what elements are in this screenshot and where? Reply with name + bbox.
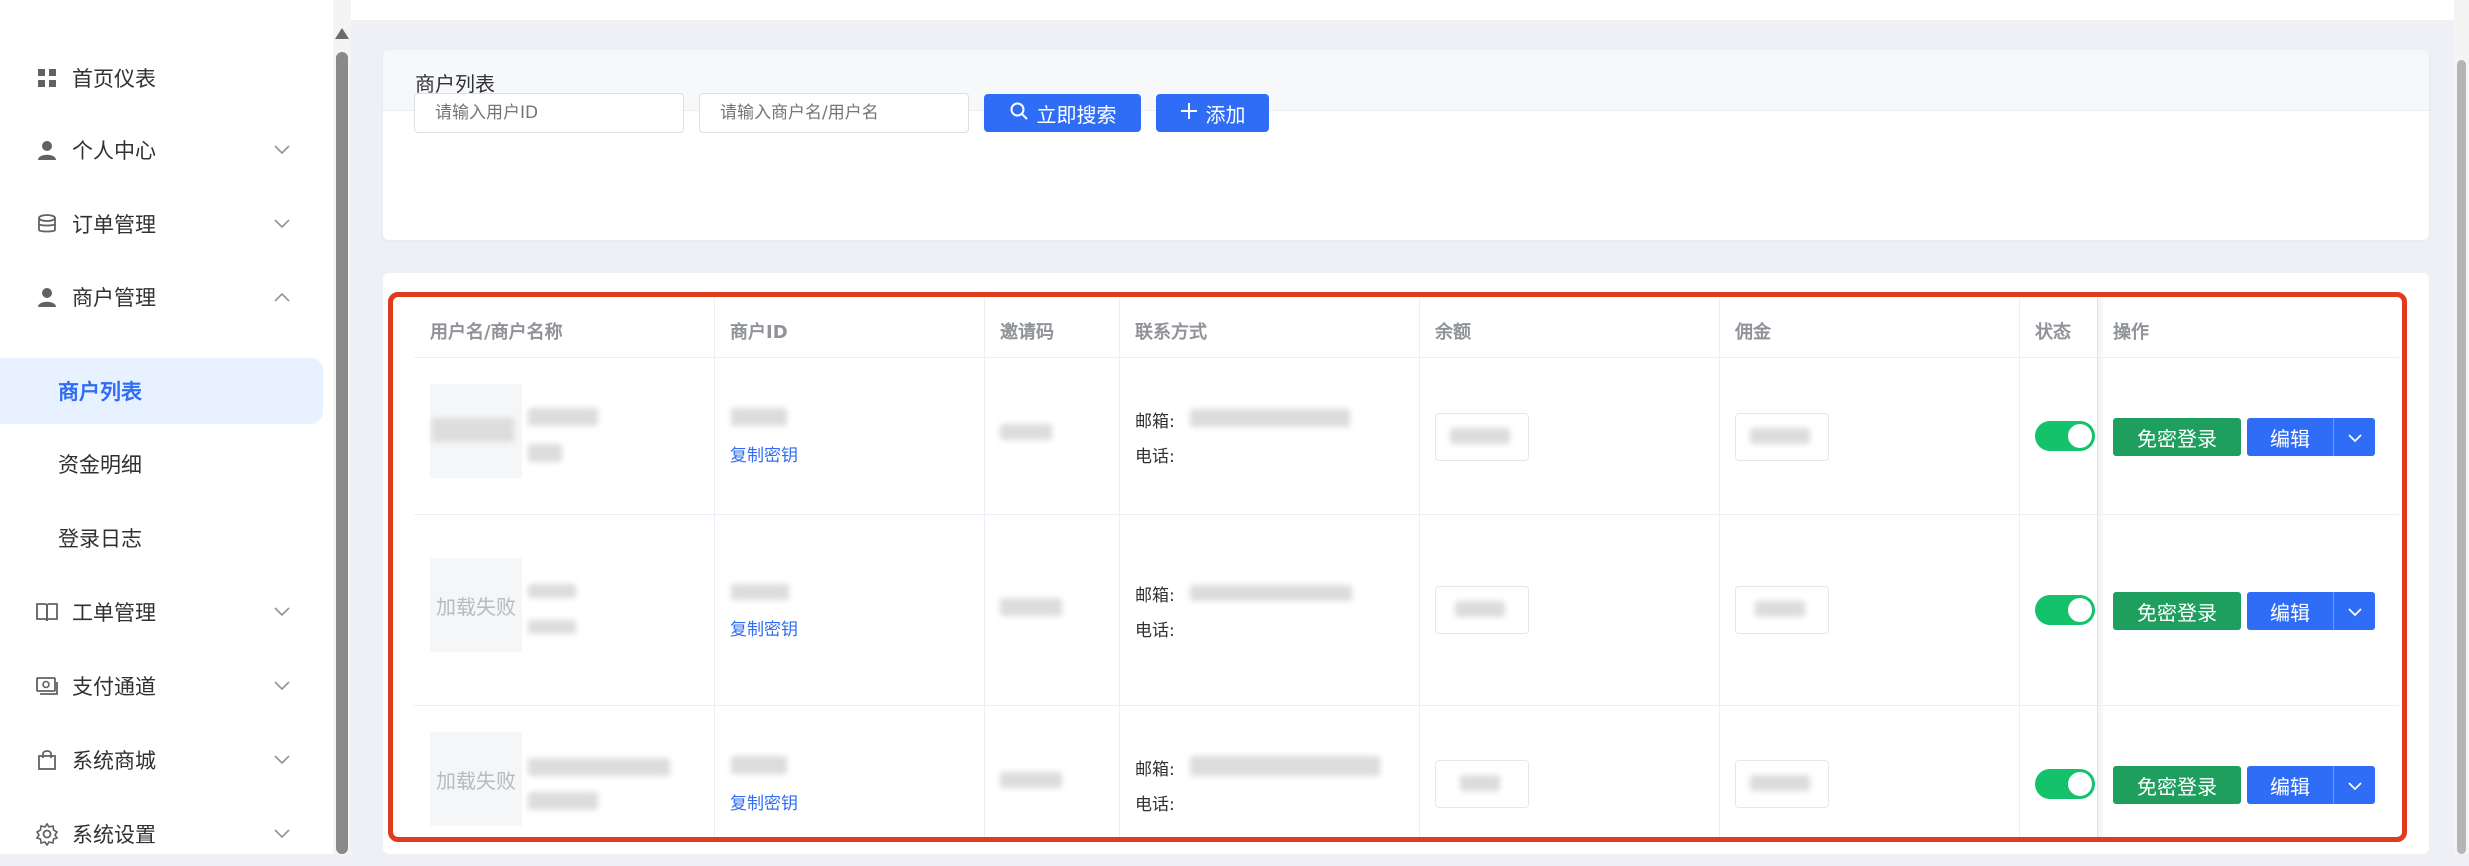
sidebar-subitem-fund-details[interactable]: 资金明细 — [0, 431, 333, 497]
add-button[interactable]: 添加 — [1156, 94, 1269, 132]
database-icon — [34, 211, 60, 237]
search-card: 商户列表 — [383, 50, 2429, 240]
plus-icon — [1180, 101, 1198, 125]
user-icon — [34, 284, 60, 310]
card-header: 商户列表 — [383, 50, 2429, 111]
search-button[interactable]: 立即搜索 — [984, 94, 1141, 132]
sidebar-item-merchant-management[interactable]: 商户管理 — [0, 265, 333, 329]
sidebar-item-personal-center[interactable]: 个人中心 — [0, 118, 333, 182]
sidebar-item-label: 工单管理 — [72, 601, 156, 625]
sidebar-subitem-login-log[interactable]: 登录日志 — [0, 505, 333, 571]
sidebar-item-label: 系统设置 — [72, 823, 156, 847]
top-bar — [351, 0, 2469, 20]
chevron-down-icon — [272, 824, 292, 844]
payment-icon — [34, 673, 60, 699]
highlight-frame — [388, 292, 2407, 842]
shopping-bag-icon — [34, 747, 60, 773]
chevron-down-icon — [272, 602, 292, 622]
scrollbar-thumb[interactable] — [336, 52, 348, 854]
sidebar-item-label: 个人中心 — [72, 139, 156, 163]
sidebar-item-label: 支付通道 — [72, 675, 156, 699]
search-button-label: 立即搜索 — [1036, 102, 1117, 127]
sidebar-item-label: 首页仪表 — [72, 67, 156, 91]
sidebar-item-ticket-management[interactable]: 工单管理 — [0, 580, 333, 644]
sidebar-item-order-management[interactable]: 订单管理 — [0, 192, 333, 256]
sidebar-item-label: 商户管理 — [72, 286, 156, 310]
book-icon — [34, 599, 60, 625]
gear-icon — [34, 821, 60, 847]
chevron-down-icon — [272, 676, 292, 696]
sidebar-item-system-settings[interactable]: 系统设置 — [0, 802, 333, 866]
user-icon — [34, 137, 60, 163]
page-scrollbar[interactable] — [2454, 0, 2469, 854]
sidebar-item-dashboard[interactable]: 首页仪表 — [0, 46, 333, 110]
sidebar-subitem-merchant-list[interactable]: 商户列表 — [0, 358, 323, 424]
chevron-down-icon — [272, 140, 292, 160]
sidebar-item-system-mall[interactable]: 系统商城 — [0, 728, 333, 792]
grid-icon — [34, 65, 60, 91]
merchant-name-input[interactable] — [699, 93, 969, 133]
search-icon — [1009, 101, 1029, 126]
sidebar-item-payment-channel[interactable]: 支付通道 — [0, 654, 333, 718]
sidebar-item-label: 系统商城 — [72, 749, 156, 773]
scroll-up-arrow-icon[interactable] — [335, 28, 349, 39]
user-id-input[interactable] — [414, 93, 684, 133]
sidebar-scrollbar[interactable] — [333, 0, 351, 854]
add-button-label: 添加 — [1205, 102, 1246, 127]
scrollbar-thumb[interactable] — [2457, 60, 2466, 854]
chevron-up-icon — [272, 287, 292, 307]
sidebar-subitem-label: 登录日志 — [58, 527, 142, 551]
sidebar-subitem-label: 商户列表 — [58, 380, 142, 404]
chevron-down-icon — [272, 750, 292, 770]
chevron-down-icon — [272, 214, 292, 234]
sidebar-subitem-label: 资金明细 — [58, 453, 142, 477]
sidebar-item-label: 订单管理 — [72, 213, 156, 237]
sidebar: 首页仪表 个人中心 订单管理 商户管理 商户列表 资金明细 登录日志 工单管理 … — [0, 0, 333, 854]
